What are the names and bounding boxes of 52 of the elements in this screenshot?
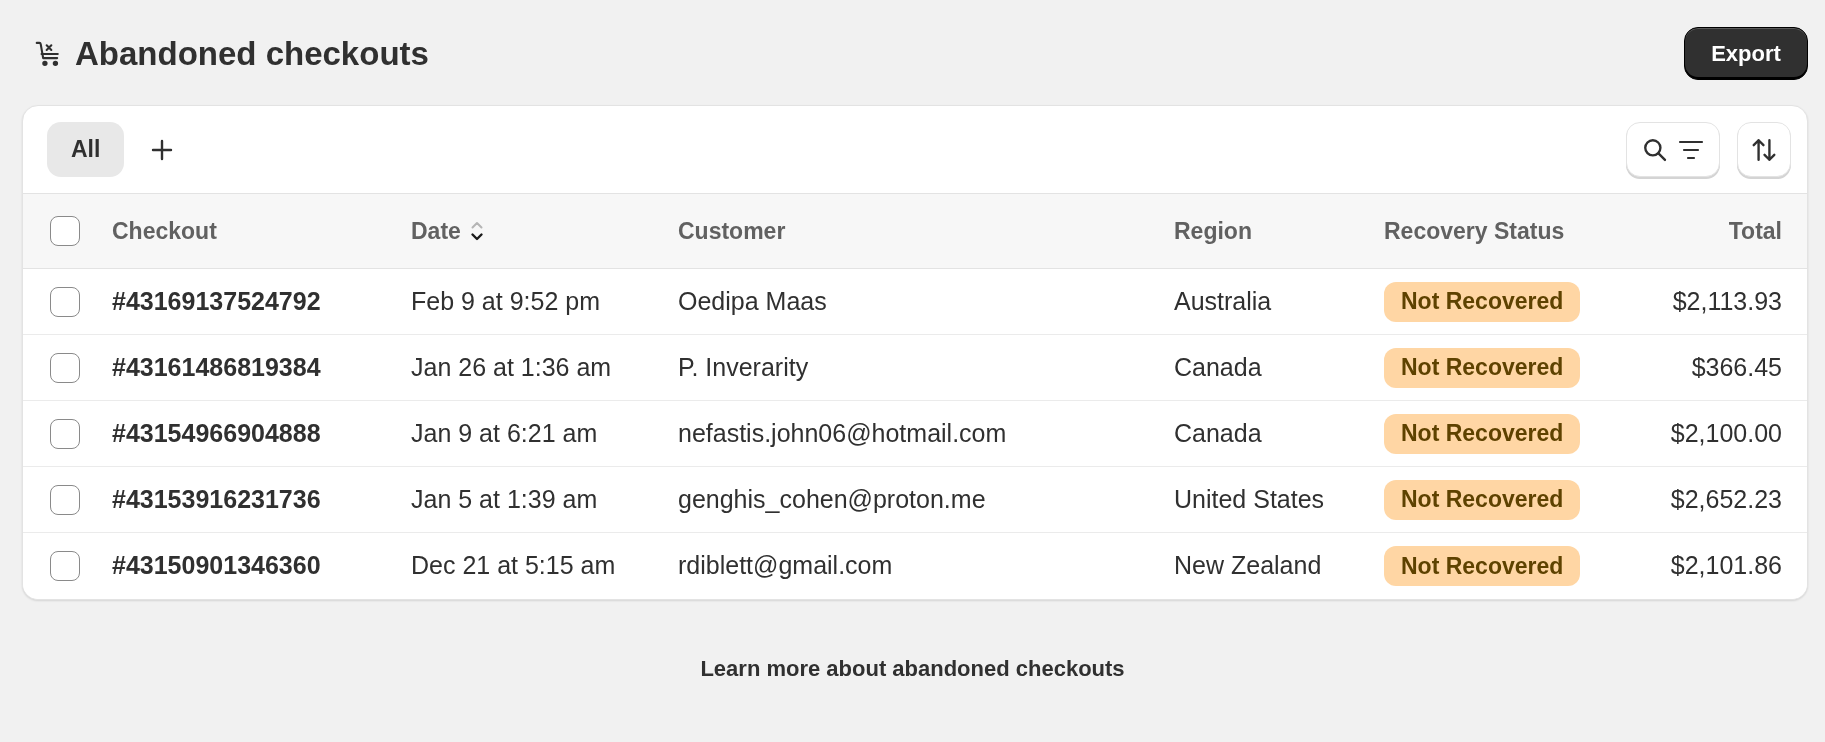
search-filter-button[interactable] — [1626, 122, 1720, 177]
select-all-checkbox[interactable] — [50, 216, 80, 246]
status-badge: Not Recovered — [1384, 546, 1581, 586]
status-badge: Not Recovered — [1384, 281, 1581, 322]
status-badge: Not Recovered — [1384, 413, 1581, 454]
checkout-date: Dec 21 at 5:15 am — [411, 550, 616, 582]
total-amount: $2,652.23 — [1670, 483, 1782, 515]
status-badge: Not Recovered — [1384, 347, 1581, 388]
column-header[interactable]: Region — [1174, 213, 1252, 249]
region-name: Australia — [1174, 285, 1272, 317]
export-button[interactable]: Export — [1684, 27, 1808, 80]
checkout-number: #43154966904888 — [112, 417, 321, 449]
row-checkbox[interactable] — [50, 551, 80, 581]
column-header[interactable]: Customer — [678, 213, 786, 249]
column-header[interactable]: Date — [411, 213, 461, 249]
sort-button[interactable] — [1737, 122, 1791, 177]
status-badge: Not Recovered — [1384, 479, 1581, 520]
customer-name: P. Inverarity — [678, 351, 809, 383]
search-icon — [1642, 136, 1668, 163]
arrows-up-down-icon — [1751, 136, 1777, 163]
checkout-date: Feb 9 at 9:52 pm — [411, 285, 600, 317]
total-amount: $2,100.00 — [1670, 417, 1782, 449]
row-checkbox[interactable] — [50, 286, 80, 317]
row-checkbox[interactable] — [50, 418, 80, 449]
total-amount: $366.45 — [1691, 351, 1782, 383]
column-header[interactable]: Total — [1728, 213, 1782, 249]
filter-icon — [1678, 139, 1704, 160]
row-checkbox[interactable] — [50, 484, 80, 515]
total-amount: $2,101.86 — [1670, 550, 1782, 582]
checkout-date: Jan 5 at 1:39 am — [411, 483, 598, 515]
column-header[interactable]: Checkout — [112, 213, 217, 249]
tab[interactable]: All — [47, 122, 125, 177]
column-header[interactable]: Recovery Status — [1384, 213, 1565, 249]
checkout-number: #43153916231736 — [112, 483, 321, 515]
checkout-date: Jan 26 at 1:36 am — [411, 351, 612, 383]
total-amount: $2,113.93 — [1672, 285, 1782, 317]
plus-icon — [151, 138, 174, 161]
page-title: Abandoned checkouts — [75, 37, 429, 70]
region-name: New Zealand — [1174, 550, 1322, 582]
learn-more-link[interactable]: Learn more about abandoned checkouts — [700, 652, 1125, 685]
checkout-number: #43161486819384 — [112, 351, 321, 383]
region-name: Canada — [1174, 417, 1262, 449]
region-name: Canada — [1174, 351, 1262, 383]
checkout-number: #43150901346360 — [112, 550, 321, 582]
customer-name: Oedipa Maas — [678, 285, 827, 317]
checkout-number: #43169137524792 — [112, 285, 321, 317]
customer-name: rdiblett@gmail.com — [678, 550, 893, 582]
row-checkbox[interactable] — [50, 352, 80, 383]
checkout-date: Jan 9 at 6:21 am — [411, 417, 598, 449]
customer-name: genghis_cohen@proton.me — [678, 483, 986, 515]
customer-name: nefastis.john06@hotmail.com — [678, 417, 1007, 449]
region-name: United States — [1174, 483, 1325, 515]
